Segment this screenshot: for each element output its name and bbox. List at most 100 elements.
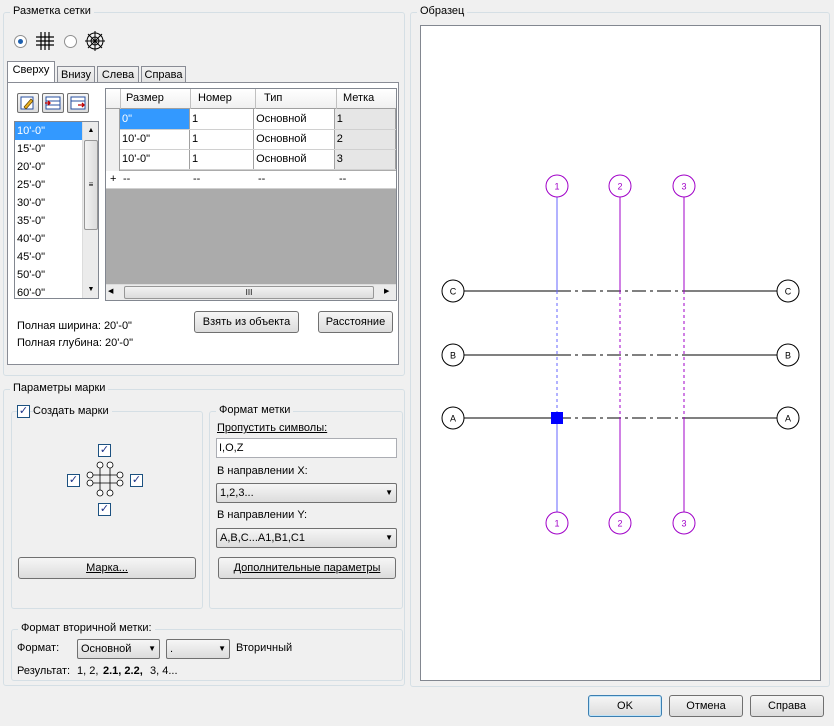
grid-cell[interactable]: -- (339, 173, 346, 185)
row-tag-label: C (450, 287, 457, 297)
tag-left-checkbox[interactable]: ✓ (67, 474, 80, 487)
grid-cell[interactable]: 1 (189, 109, 255, 130)
radial-grid-radio[interactable] (64, 35, 77, 48)
grid-body: 0" 1 Основной 1 10'-0" 1 Основной 2 10'-… (120, 109, 396, 170)
edit-tool-button[interactable] (17, 93, 39, 113)
column-tag-label: 2 (617, 519, 622, 529)
scroll-right-icon[interactable]: ▶ (384, 287, 389, 295)
table-row[interactable]: 0" 1 Основной 1 (120, 109, 396, 130)
rectangular-grid-radio[interactable] (14, 35, 27, 48)
grid-cell[interactable]: -- (193, 173, 200, 185)
grid-cell[interactable]: Основной (253, 149, 335, 170)
grid-header-divider (336, 89, 337, 109)
grid-cell[interactable]: 0" (120, 109, 190, 130)
row-tag-label: A (450, 414, 456, 424)
grid-cell[interactable]: Основной (253, 109, 335, 130)
ok-button[interactable]: OK (588, 695, 662, 717)
grid-col-header[interactable]: Размер (126, 92, 164, 104)
grid-new-row[interactable] (106, 171, 396, 189)
size-list-item[interactable]: 20'-0" (15, 158, 83, 176)
take-from-object-button[interactable]: Взять из объекта (194, 311, 299, 333)
size-list[interactable]: 10'-0" 15'-0" 20'-0" 25'-0" 30'-0" 35'-0… (14, 121, 99, 299)
chevron-down-icon: ▼ (385, 533, 393, 542)
scroll-left-icon[interactable]: ◀ (108, 287, 113, 295)
grid-cell[interactable]: 2 (334, 129, 396, 150)
grid-col-header[interactable]: Метка (343, 92, 374, 104)
size-list-item[interactable]: 15'-0" (15, 140, 83, 158)
grid-cell[interactable]: -- (123, 173, 130, 185)
separator-select[interactable]: . ▼ (166, 639, 230, 659)
new-row-marker: + (110, 173, 117, 185)
tag-right-checkbox[interactable]: ✓ (130, 474, 143, 487)
grid-row-header-col (106, 109, 120, 171)
tag-button[interactable]: Марка... (18, 557, 196, 579)
scroll-down-icon[interactable]: ▼ (83, 281, 98, 298)
tab-top[interactable]: Сверху (7, 61, 55, 82)
hscroll-grip: III (245, 288, 253, 297)
result-bold: 2.1, 2.2, (103, 665, 143, 677)
column-tag-label: 1 (554, 182, 559, 192)
skip-chars-label: Пропустить символы: (217, 422, 328, 434)
size-list-item[interactable]: 25'-0" (15, 176, 83, 194)
grid-cell[interactable]: 10'-0" (120, 149, 190, 170)
format-select[interactable]: Основной ▼ (77, 639, 160, 659)
spacing-button[interactable]: Расстояние (318, 311, 393, 333)
skip-chars-input[interactable]: I,O,Z (216, 438, 397, 458)
grid-header-divider (190, 89, 191, 109)
create-tags-checkbox[interactable]: ✓ (17, 405, 30, 418)
hscroll-thumb[interactable]: III (124, 286, 374, 299)
grid-layout-title: Разметка сетки (10, 5, 94, 17)
x-direction-label: В направлении X: (217, 465, 308, 477)
table-row[interactable]: 10'-0" 1 Основной 3 (120, 149, 396, 170)
size-list-item[interactable]: 60'-0" (15, 284, 83, 298)
insert-row-icon (45, 96, 61, 110)
size-list-scrollbar[interactable]: ▲ ≡ ▼ (82, 122, 98, 298)
format-label: Формат: (17, 642, 60, 654)
cancel-button[interactable]: Отмена (669, 695, 743, 717)
chevron-down-icon: ▼ (148, 644, 156, 653)
tag-bottom-checkbox[interactable]: ✓ (98, 503, 111, 516)
advanced-params-button[interactable]: Дополнительные параметры (218, 557, 396, 579)
column-tag-label: 3 (681, 519, 686, 529)
size-list-item[interactable]: 35'-0" (15, 212, 83, 230)
grid-cell[interactable]: 1 (189, 129, 255, 150)
edit-pen-icon (20, 96, 34, 110)
grid-header-divider (255, 89, 256, 109)
secondary-label: Вторичный (236, 642, 293, 654)
scroll-up-icon[interactable]: ▲ (83, 122, 98, 139)
size-list-item[interactable]: 50'-0" (15, 266, 83, 284)
tag-top-checkbox[interactable]: ✓ (98, 444, 111, 457)
grid-col-header[interactable]: Тип (264, 92, 282, 104)
grid-col-header[interactable]: Номер (198, 92, 232, 104)
size-list-item[interactable]: 30'-0" (15, 194, 83, 212)
size-list-item[interactable]: 40'-0" (15, 230, 83, 248)
tag-layout-icon (86, 461, 124, 497)
append-tool-button[interactable] (67, 93, 89, 113)
insert-tool-button[interactable] (42, 93, 64, 113)
help-button[interactable]: Справа (750, 695, 824, 717)
grid-cell[interactable]: -- (258, 173, 265, 185)
column-tag-label: 2 (617, 182, 622, 192)
grid-cell[interactable]: 1 (189, 149, 255, 170)
scroll-thumb[interactable]: ≡ (84, 140, 98, 230)
column-tag-label: 1 (554, 519, 559, 529)
total-depth-text: Полная глубина: 20'-0" (17, 337, 133, 349)
grid-cell[interactable]: 3 (334, 149, 396, 170)
x-direction-select[interactable]: 1,2,3... ▼ (216, 483, 397, 503)
chevron-down-icon: ▼ (218, 644, 226, 653)
grid-hscrollbar[interactable]: ◀ III ▶ (106, 284, 396, 300)
label-format-title: Формат метки (216, 404, 294, 416)
chevron-down-icon: ▼ (385, 488, 393, 497)
grid-table: Размер Номер Тип Метка 0" 1 Основной 1 1… (105, 88, 397, 301)
y-direction-select[interactable]: A,B,C...A1,B1,C1 ▼ (216, 528, 397, 548)
grid-cell[interactable]: Основной (253, 129, 335, 150)
grid-cell[interactable]: 10'-0" (120, 129, 190, 150)
table-row[interactable]: 10'-0" 1 Основной 2 (120, 129, 396, 150)
size-list-item[interactable]: 10'-0" (15, 122, 83, 140)
create-tags-label: Создать марки (33, 405, 112, 417)
grid-cell[interactable]: 1 (334, 109, 396, 130)
format-value: Основной (81, 643, 132, 655)
rectangular-grid-icon (36, 32, 54, 50)
separator-value: . (170, 643, 174, 655)
size-list-item[interactable]: 45'-0" (15, 248, 83, 266)
